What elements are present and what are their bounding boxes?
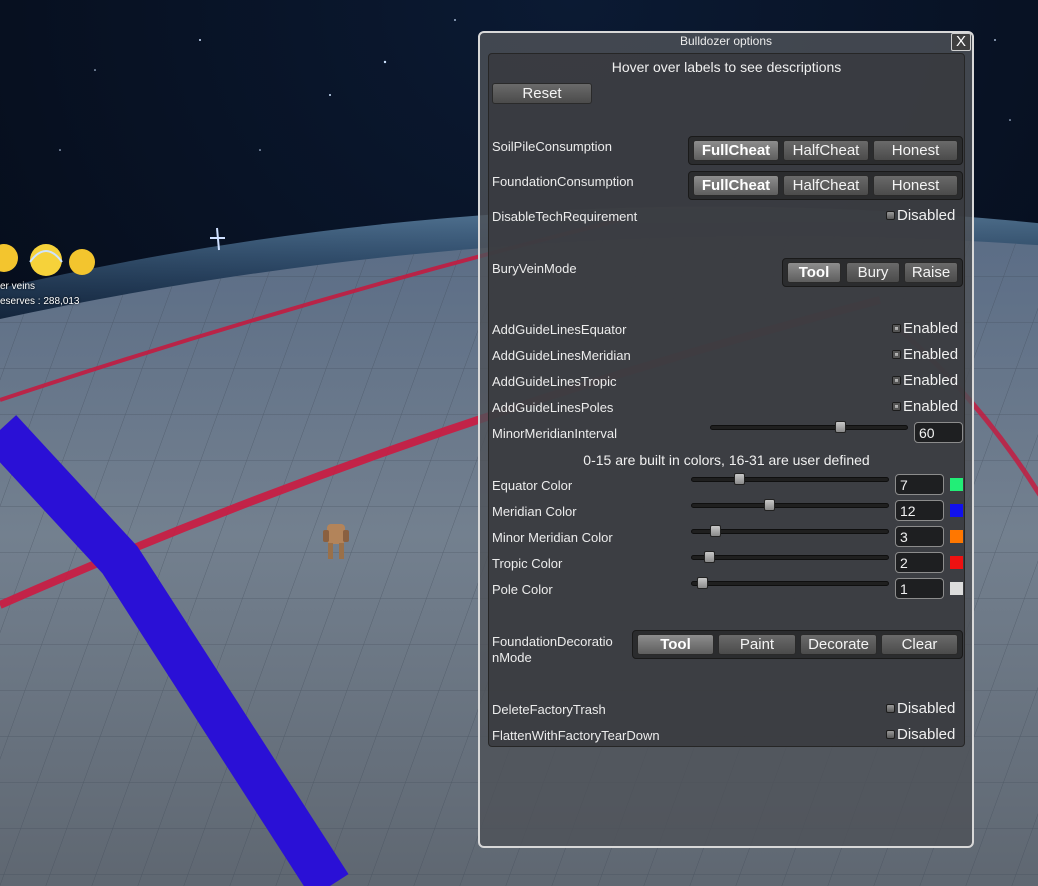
guide-tropic-toggle[interactable]: Enabled xyxy=(892,372,958,389)
minor-interval-label[interactable]: MinorMeridianInterval xyxy=(492,426,617,441)
decoration-mode-label-line2[interactable]: nMode xyxy=(492,650,532,665)
pole-color-swatch xyxy=(950,582,963,595)
checkbox-icon[interactable] xyxy=(886,704,895,713)
decoration-mode-selector: Tool Paint Decorate Clear xyxy=(632,630,963,659)
soil-pile-halfcheat-button[interactable]: HalfCheat xyxy=(783,140,869,161)
meridian-color-swatch xyxy=(950,504,963,517)
tropic-color-swatch xyxy=(950,556,963,569)
foundation-honest-button[interactable]: Honest xyxy=(873,175,958,196)
slider-track[interactable] xyxy=(691,477,889,482)
checkbox-checked-icon[interactable] xyxy=(892,402,901,411)
equator-color-label[interactable]: Equator Color xyxy=(492,478,572,493)
meridian-color-input[interactable] xyxy=(895,500,944,521)
checkbox-icon[interactable] xyxy=(886,730,895,739)
disable-tech-label[interactable]: DisableTechRequirement xyxy=(492,209,637,224)
slider-track[interactable] xyxy=(710,425,908,430)
delete-trash-state: Disabled xyxy=(897,700,956,717)
soil-pile-honest-button[interactable]: Honest xyxy=(873,140,958,161)
foundation-consumption-label[interactable]: FoundationConsumption xyxy=(492,174,634,189)
slider-thumb[interactable] xyxy=(764,499,775,511)
pole-color-input[interactable] xyxy=(895,578,944,599)
foundation-consumption-selector: FullCheat HalfCheat Honest xyxy=(688,171,963,200)
guide-poles-state: Enabled xyxy=(903,398,959,415)
bulldozer-options-window[interactable]: Bulldozer options X Hover over labels to… xyxy=(478,31,974,848)
guide-poles-label[interactable]: AddGuideLinesPoles xyxy=(492,400,613,415)
minor-meridian-color-swatch xyxy=(950,530,963,543)
foundation-halfcheat-button[interactable]: HalfCheat xyxy=(783,175,869,196)
slider-thumb[interactable] xyxy=(704,551,715,563)
checkbox-checked-icon[interactable] xyxy=(892,324,901,333)
guide-meridian-toggle[interactable]: Enabled xyxy=(892,346,958,363)
ore-vein-name: er veins xyxy=(0,281,36,292)
slider-track[interactable] xyxy=(691,503,889,508)
guide-meridian-state: Enabled xyxy=(903,346,959,363)
reset-button[interactable]: Reset xyxy=(492,83,592,104)
minor-interval-slider[interactable] xyxy=(710,421,908,435)
slider-thumb[interactable] xyxy=(835,421,846,433)
soil-pile-selector: FullCheat HalfCheat Honest xyxy=(688,136,963,165)
guide-poles-toggle[interactable]: Enabled xyxy=(892,398,958,415)
bury-vein-raise-button[interactable]: Raise xyxy=(904,262,958,283)
bury-vein-label[interactable]: BuryVeinMode xyxy=(492,261,577,276)
guide-equator-state: Enabled xyxy=(903,320,959,337)
slider-track[interactable] xyxy=(691,555,889,560)
tropic-color-label[interactable]: Tropic Color xyxy=(492,556,562,571)
slider-thumb[interactable] xyxy=(710,525,721,537)
delete-trash-toggle[interactable]: Disabled xyxy=(886,700,955,717)
bury-vein-selector: Tool Bury Raise xyxy=(782,258,963,287)
checkbox-checked-icon[interactable] xyxy=(892,376,901,385)
decoration-clear-button[interactable]: Clear xyxy=(881,634,958,655)
meridian-color-slider[interactable] xyxy=(691,499,889,513)
colors-hint: 0-15 are built in colors, 16-31 are user… xyxy=(583,452,870,468)
minor-meridian-color-label[interactable]: Minor Meridian Color xyxy=(492,530,613,545)
flatten-toggle[interactable]: Disabled xyxy=(886,726,955,743)
slider-thumb[interactable] xyxy=(697,577,708,589)
equator-color-swatch xyxy=(950,478,963,491)
pole-color-label[interactable]: Pole Color xyxy=(492,582,553,597)
foundation-fullcheat-button[interactable]: FullCheat xyxy=(693,175,779,196)
decoration-mode-label-line1[interactable]: FoundationDecoratio xyxy=(492,634,613,649)
window-title[interactable]: Bulldozer options xyxy=(480,33,972,51)
minor-meridian-color-slider[interactable] xyxy=(691,525,889,539)
checkbox-icon[interactable] xyxy=(886,211,895,220)
guide-tropic-label[interactable]: AddGuideLinesTropic xyxy=(492,374,617,389)
bury-vein-tool-button[interactable]: Tool xyxy=(787,262,841,283)
equator-color-slider[interactable] xyxy=(691,473,889,487)
close-button[interactable]: X xyxy=(951,33,971,51)
soil-pile-fullcheat-button[interactable]: FullCheat xyxy=(693,140,779,161)
guide-meridian-label[interactable]: AddGuideLinesMeridian xyxy=(492,348,631,363)
flatten-state: Disabled xyxy=(897,726,956,743)
tropic-color-input[interactable] xyxy=(895,552,944,573)
decoration-paint-button[interactable]: Paint xyxy=(718,634,796,655)
slider-track[interactable] xyxy=(691,581,889,586)
soil-pile-label[interactable]: SoilPileConsumption xyxy=(492,139,612,154)
equator-color-input[interactable] xyxy=(895,474,944,495)
disable-tech-toggle[interactable]: Disabled xyxy=(886,207,955,224)
delete-trash-label[interactable]: DeleteFactoryTrash xyxy=(492,702,606,717)
options-panel: Hover over labels to see descriptions Re… xyxy=(488,53,965,747)
decoration-tool-button[interactable]: Tool xyxy=(637,634,714,655)
checkbox-checked-icon[interactable] xyxy=(892,350,901,359)
guide-tropic-state: Enabled xyxy=(903,372,959,389)
minor-meridian-color-input[interactable] xyxy=(895,526,944,547)
guide-equator-label[interactable]: AddGuideLinesEquator xyxy=(492,322,626,337)
decoration-decorate-button[interactable]: Decorate xyxy=(800,634,877,655)
flatten-label[interactable]: FlattenWithFactoryTearDown xyxy=(492,728,660,743)
pole-color-slider[interactable] xyxy=(691,577,889,591)
minor-interval-input[interactable] xyxy=(914,422,963,443)
disable-tech-state: Disabled xyxy=(897,207,956,224)
hover-hint: Hover over labels to see descriptions xyxy=(611,59,842,75)
ore-reserves: eserves : 288,013 xyxy=(0,296,80,307)
tropic-color-slider[interactable] xyxy=(691,551,889,565)
guide-equator-toggle[interactable]: Enabled xyxy=(892,320,958,337)
bury-vein-bury-button[interactable]: Bury xyxy=(846,262,900,283)
slider-thumb[interactable] xyxy=(734,473,745,485)
meridian-color-label[interactable]: Meridian Color xyxy=(492,504,577,519)
